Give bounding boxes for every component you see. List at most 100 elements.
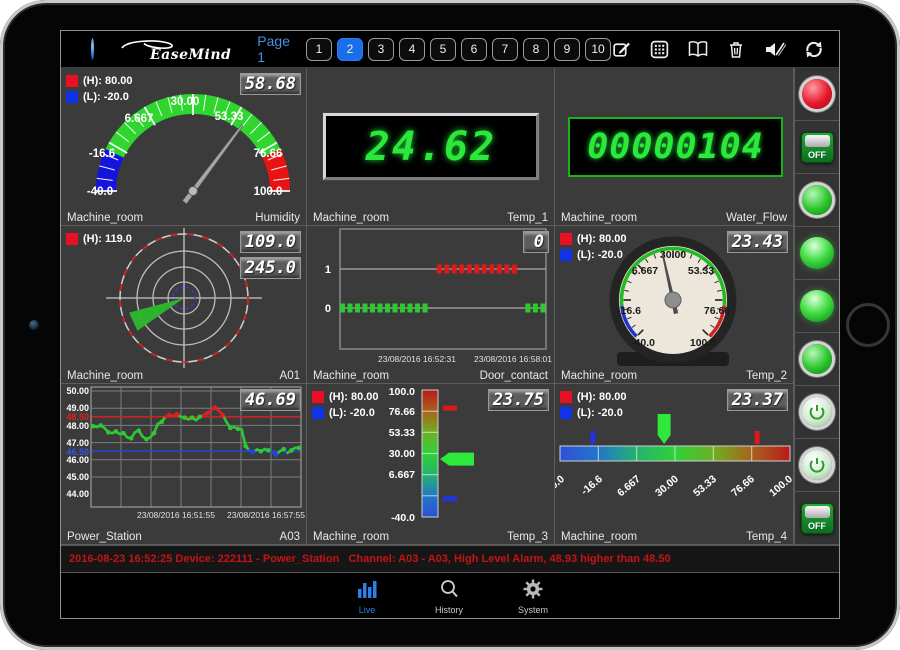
- power-button-1[interactable]: [802, 397, 832, 427]
- page-button-7[interactable]: 7: [492, 38, 518, 61]
- page-buttons: 12345678910: [306, 38, 611, 61]
- switch-column: OFF OFF: [794, 68, 839, 545]
- page-button-2[interactable]: 2: [337, 38, 363, 61]
- book-icon[interactable]: [687, 39, 709, 59]
- panel-temp1: 24.62 Machine_room Temp_1: [307, 68, 555, 226]
- svg-text:100.0: 100.0: [254, 186, 283, 198]
- page-label: Page 1: [257, 33, 290, 65]
- svg-text:100.0: 100.0: [767, 473, 794, 499]
- search-icon: [438, 579, 460, 599]
- rocker-switch-off-1[interactable]: OFF: [801, 132, 834, 163]
- live-bars-icon: [355, 579, 379, 599]
- indicator-button-green-2[interactable]: [802, 344, 832, 374]
- svg-text:6.667: 6.667: [389, 469, 415, 481]
- low-swatch: [560, 249, 572, 261]
- low-swatch: [560, 407, 572, 419]
- svg-text:53.33: 53.33: [688, 265, 714, 277]
- high-swatch: [66, 75, 78, 87]
- connection-indicator[interactable]: [91, 38, 94, 60]
- page-button-5[interactable]: 5: [430, 38, 456, 61]
- svg-text:6.667: 6.667: [125, 113, 154, 125]
- svg-text:1: 1: [325, 264, 331, 276]
- page-button-10[interactable]: 10: [585, 38, 611, 61]
- timestamp: 23/08/2016 16:58:01: [474, 354, 552, 364]
- edit-icon[interactable]: [611, 39, 632, 60]
- page-button-3[interactable]: 3: [368, 38, 394, 61]
- legend-low: (L): -20.0: [560, 405, 627, 421]
- timestamp: 23/08/2016 16:57:55: [227, 510, 305, 520]
- panel-a03: 46.69 50.00 49.00 48.50 48.00 47.00 46.5…: [61, 384, 307, 545]
- svg-text:6.667: 6.667: [615, 473, 643, 499]
- water-flow-counter: 00000104: [568, 117, 783, 177]
- panel-temp4: (H): 80.00 (L): -20.0 23.37: [555, 384, 794, 545]
- panel-location: Machine_room: [313, 212, 389, 224]
- legend-high: (H): 80.00: [66, 73, 133, 89]
- panel-a01: (H): 119.0 109.0 245.0: [61, 226, 307, 384]
- panel-channel: Water_Flow: [726, 212, 787, 224]
- page-button-8[interactable]: 8: [523, 38, 549, 61]
- low-swatch: [312, 407, 324, 419]
- svg-text:100.0: 100.0: [389, 386, 415, 398]
- alarm-message: 2016-08-23 16:52:25 Device: 222111 - Pow…: [61, 546, 839, 572]
- tab-live[interactable]: Live: [332, 579, 402, 615]
- panel-door-contact: 0 1 0 23/08/2016 16:52:31 23/08/2016 16:…: [307, 226, 555, 384]
- svg-text:76.66: 76.66: [704, 305, 730, 317]
- low-swatch: [66, 91, 78, 103]
- high-swatch: [66, 233, 78, 245]
- svg-text:-40.0: -40.0: [391, 512, 415, 524]
- svg-text:53.33: 53.33: [215, 111, 244, 123]
- tab-history[interactable]: History: [414, 579, 484, 615]
- door-readout: 0: [523, 231, 549, 253]
- app-logo: EaseMind: [116, 34, 231, 64]
- svg-text:50.00: 50.00: [66, 386, 89, 396]
- svg-text:76.66: 76.66: [389, 406, 415, 418]
- legend-low: (L): -20.0: [312, 405, 379, 421]
- page-button-9[interactable]: 9: [554, 38, 580, 61]
- green-led-1[interactable]: [800, 237, 834, 269]
- page-button-6[interactable]: 6: [461, 38, 487, 61]
- keypad-icon[interactable]: [649, 39, 670, 60]
- low-marker: [443, 496, 457, 501]
- svg-text:-16.6: -16.6: [617, 305, 641, 317]
- mute-icon[interactable]: [763, 39, 786, 60]
- home-button[interactable]: [846, 303, 890, 347]
- temp4-readout: 23.37: [727, 389, 788, 411]
- a03-readout: 46.69: [240, 389, 301, 411]
- svg-text:44.00: 44.00: [66, 489, 89, 499]
- dashboard-grid: (H): 80.00 (L): -20.0 58.68 -40.0 -16.6 …: [61, 68, 839, 545]
- legend-low: (L): -20.0: [66, 89, 133, 105]
- temp1-led-display: 24.62: [323, 113, 539, 180]
- svg-text:0: 0: [325, 303, 331, 315]
- panel-location: Machine_room: [561, 212, 637, 224]
- alarm-indicator-red[interactable]: [802, 79, 832, 109]
- temp2-readout: 23.43: [727, 231, 788, 253]
- svg-text:-16.6: -16.6: [89, 148, 115, 160]
- page-button-1[interactable]: 1: [306, 38, 332, 61]
- svg-text:45.00: 45.00: [66, 472, 89, 482]
- svg-text:53.33: 53.33: [389, 427, 415, 439]
- a01-readout-1: 109.0: [240, 231, 301, 253]
- timestamp: 23/08/2016 16:52:31: [378, 354, 456, 364]
- page-button-4[interactable]: 4: [399, 38, 425, 61]
- trash-icon[interactable]: [726, 39, 746, 60]
- low-marker: [590, 431, 595, 444]
- legend-high: (H): 80.00: [560, 389, 627, 405]
- svg-text:6.667: 6.667: [632, 265, 658, 277]
- high-marker: [443, 406, 457, 411]
- panel-channel: Temp_1: [507, 212, 548, 224]
- svg-text:-40.0: -40.0: [631, 337, 655, 349]
- value-arrow: [440, 453, 474, 466]
- tab-system[interactable]: System: [498, 579, 568, 615]
- svg-text:76.66: 76.66: [729, 473, 757, 499]
- refresh-icon[interactable]: [803, 39, 825, 60]
- green-led-2[interactable]: [800, 290, 834, 322]
- power-button-2[interactable]: [802, 450, 832, 480]
- rocker-switch-off-2[interactable]: OFF: [801, 503, 834, 534]
- high-swatch: [312, 391, 324, 403]
- svg-text:100.0: 100.0: [690, 337, 716, 349]
- high-swatch: [560, 391, 572, 403]
- svg-text:46.00: 46.00: [66, 455, 89, 465]
- logo-text: EaseMind: [150, 47, 231, 63]
- indicator-button-green-1[interactable]: [802, 185, 832, 215]
- toolbar: EaseMind Page 1 12345678910: [61, 31, 839, 68]
